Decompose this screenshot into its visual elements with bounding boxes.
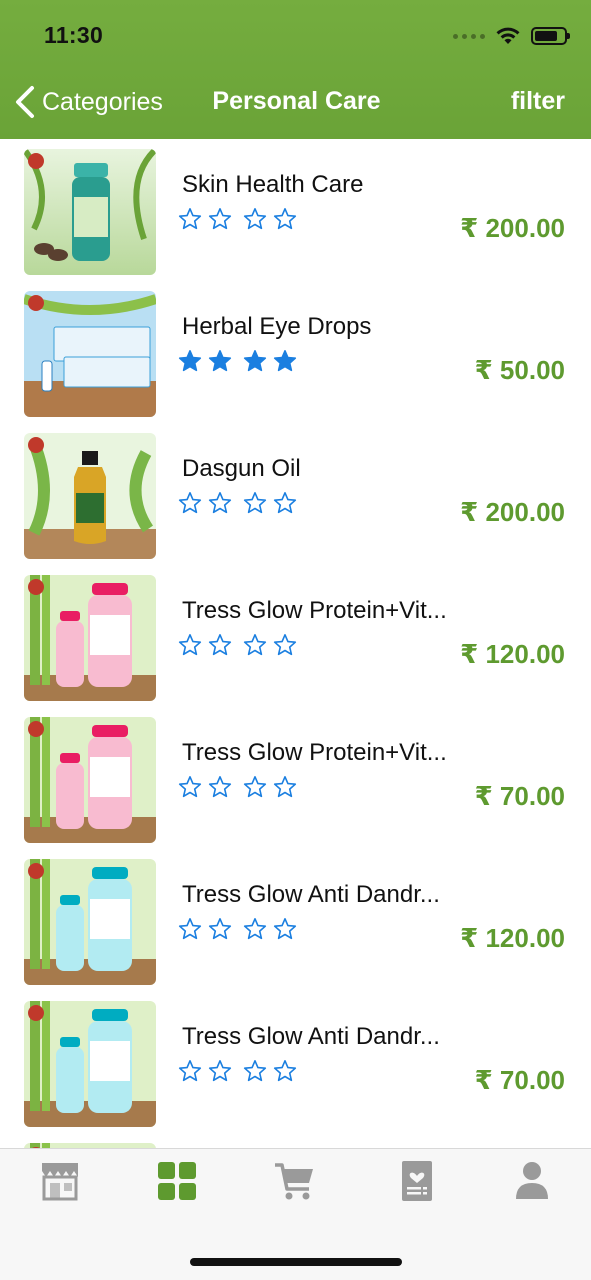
star-outline-icon <box>208 918 232 940</box>
wifi-icon <box>496 27 520 44</box>
profile-icon <box>510 1162 554 1207</box>
star-outline-icon <box>273 776 297 798</box>
product-thumbnail <box>24 1001 156 1127</box>
star-outline-icon <box>178 776 202 798</box>
rating-stars <box>178 491 303 515</box>
product-price: ₹ 50.00 <box>474 355 565 385</box>
rating-stars <box>178 349 303 373</box>
tab-cart[interactable] <box>273 1159 317 1203</box>
page-title-text: Personal Care <box>212 87 381 115</box>
product-name: Tress Glow Anti Dandr... <box>182 881 440 908</box>
product-thumbnail <box>24 575 156 701</box>
chevron-left-icon <box>16 86 34 118</box>
product-row-partial <box>0 1133 591 1148</box>
product-name: Dasgun Oil <box>182 455 301 482</box>
product-price: ₹ 120.00 <box>460 923 565 953</box>
home-indicator <box>190 1258 402 1266</box>
star-filled-icon <box>208 350 232 372</box>
header: 11:30 Categories Personal Care filter <box>0 0 591 139</box>
rating-stars <box>178 1059 303 1083</box>
star-outline-icon <box>208 492 232 514</box>
star-outline-icon <box>273 492 297 514</box>
star-outline-icon <box>208 208 232 230</box>
back-label: Categories <box>42 87 163 116</box>
wishlist-icon <box>395 1161 439 1207</box>
tab-store[interactable] <box>38 1159 82 1203</box>
tab-wishlist[interactable] <box>395 1159 439 1203</box>
star-outline-icon <box>208 776 232 798</box>
star-filled-icon <box>243 350 267 372</box>
star-outline-icon <box>243 918 267 940</box>
star-outline-icon <box>273 918 297 940</box>
product-row[interactable]: Skin Health Care ₹ 200.00 <box>0 139 591 281</box>
star-outline-icon <box>178 208 202 230</box>
product-row[interactable]: Tress Glow Protein+Vit... ₹ 70.00 <box>0 707 591 849</box>
product-row[interactable]: Tress Glow Protein+Vit... ₹ 120.00 <box>0 565 591 707</box>
product-row[interactable]: Tress Glow Anti Dandr... ₹ 70.00 <box>0 991 591 1133</box>
product-price: ₹ 70.00 <box>474 781 565 811</box>
product-price: ₹ 70.00 <box>474 1065 565 1095</box>
screen: 11:30 Categories Personal Care filter Sk… <box>0 0 591 1280</box>
star-outline-icon <box>178 1060 202 1082</box>
star-outline-icon <box>273 208 297 230</box>
product-thumbnail <box>24 433 156 559</box>
tab-profile[interactable] <box>510 1159 554 1203</box>
star-filled-icon <box>178 350 202 372</box>
star-outline-icon <box>208 634 232 656</box>
battery-icon <box>531 27 570 45</box>
cellular-signal-icon <box>453 33 485 39</box>
star-outline-icon <box>208 1060 232 1082</box>
star-outline-icon <box>243 208 267 230</box>
rating-stars <box>178 207 303 231</box>
star-outline-icon <box>273 634 297 656</box>
star-outline-icon <box>178 918 202 940</box>
status-time: 11:30 <box>44 22 104 48</box>
star-outline-icon <box>178 492 202 514</box>
cart-icon <box>273 1163 317 1207</box>
rating-stars <box>178 775 303 799</box>
star-outline-icon <box>243 634 267 656</box>
product-name: Tress Glow Anti Dandr... <box>182 1023 440 1050</box>
product-name: Skin Health Care <box>182 171 364 198</box>
star-outline-icon <box>243 776 267 798</box>
back-button[interactable]: Categories <box>12 84 163 120</box>
status-icons <box>453 24 570 48</box>
store-icon <box>38 1163 82 1207</box>
filter-button[interactable]: filter <box>511 87 565 116</box>
star-outline-icon <box>243 1060 267 1082</box>
rating-stars <box>178 633 303 657</box>
product-row[interactable]: Herbal Eye Drops ₹ 50.00 <box>0 281 591 423</box>
star-outline-icon <box>178 634 202 656</box>
product-list: Skin Health Care ₹ 200.00 Herbal Eye Drops… <box>0 139 591 1148</box>
product-name: Herbal Eye Drops <box>182 313 372 340</box>
rating-stars <box>178 917 303 941</box>
product-price: ₹ 120.00 <box>460 639 565 669</box>
product-price: ₹ 200.00 <box>460 213 565 243</box>
product-row[interactable]: Tress Glow Anti Dandr... ₹ 120.00 <box>0 849 591 991</box>
product-thumbnail <box>24 291 156 417</box>
product-price: ₹ 200.00 <box>460 497 565 527</box>
grid-icon <box>155 1162 199 1207</box>
product-row[interactable]: Dasgun Oil ₹ 200.00 <box>0 423 591 565</box>
star-filled-icon <box>273 350 297 372</box>
product-thumbnail <box>24 859 156 985</box>
product-thumbnail <box>24 717 156 843</box>
star-outline-icon <box>243 492 267 514</box>
tab-grid[interactable] <box>155 1159 199 1203</box>
product-name: Tress Glow Protein+Vit... <box>182 739 447 766</box>
star-outline-icon <box>273 1060 297 1082</box>
product-name: Tress Glow Protein+Vit... <box>182 597 447 624</box>
product-thumbnail <box>24 149 156 275</box>
